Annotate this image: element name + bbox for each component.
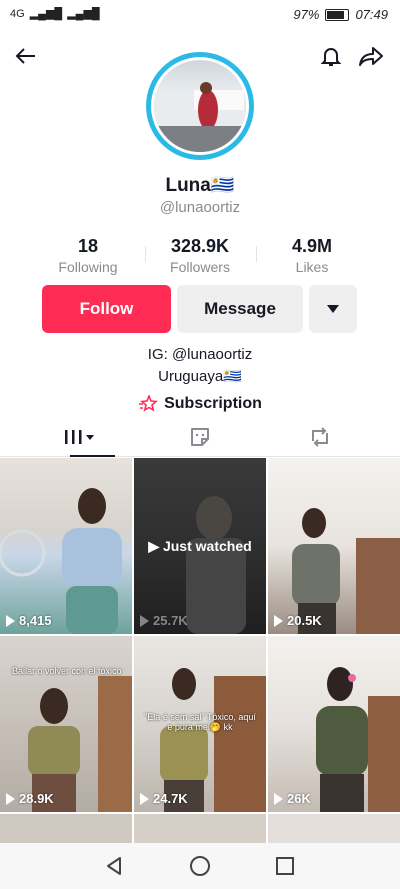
view-count: 25.7K <box>140 613 188 628</box>
video-caption: Bailar o volver con el tóxico <box>12 666 122 676</box>
profile-name: Luna🇺🇾 <box>165 175 235 196</box>
play-icon <box>274 792 283 805</box>
video-thumbnail[interactable]: ▶ Just watched 25.7K <box>134 458 266 634</box>
stats-row: 18 Following 328.9K Followers 4.9M Likes <box>0 236 400 276</box>
stat-followers[interactable]: 328.9K Followers <box>145 236 255 275</box>
just-watched-badge: ▶ Just watched <box>148 538 252 554</box>
profile-handle: @lunaoortiz <box>159 199 241 216</box>
status-right: 97% 07:49 <box>293 7 388 22</box>
tab-reposts[interactable] <box>253 418 386 456</box>
view-count: 8,415 <box>6 613 52 628</box>
battery-icon <box>325 8 350 21</box>
recent-apps-square-icon[interactable] <box>274 855 296 882</box>
video-thumbnail[interactable]: Bailar o volver con el tóxico 28.9K <box>0 636 132 812</box>
stat-value: 328.9K <box>170 236 230 256</box>
content-tabs <box>0 418 400 457</box>
view-count: 28.9K <box>6 791 54 806</box>
subscription-link[interactable]: Subscription <box>0 395 400 413</box>
message-button[interactable]: Message <box>177 285 303 333</box>
status-bar: 4G ▂▄▆█ ▂▄▆█ 97% 07:49 <box>0 0 400 30</box>
sticker-icon <box>190 428 209 446</box>
active-tab-indicator <box>70 455 115 457</box>
back-arrow-icon[interactable] <box>10 40 42 72</box>
stat-label: Followers <box>170 259 230 275</box>
network-label: 4G <box>10 7 25 20</box>
stat-label: Likes <box>295 259 329 275</box>
avatar-image <box>154 60 246 152</box>
share-arrow-icon[interactable] <box>355 40 387 72</box>
play-icon <box>140 792 149 805</box>
clock: 07:49 <box>355 7 388 22</box>
video-caption: "Ela é sem sal" Tóxico, aquí e pura mel🤭… <box>144 712 256 732</box>
stat-value: 18 <box>77 236 99 256</box>
stat-value: 4.9M <box>291 236 333 256</box>
status-left: 4G ▂▄▆█ ▂▄▆█ <box>10 7 100 21</box>
stat-label: Following <box>58 259 118 275</box>
battery-percent: 97% <box>293 7 320 22</box>
bell-icon[interactable] <box>315 40 347 72</box>
signal-icon: ▂▄▆█ <box>29 8 63 20</box>
subscription-label: Subscription <box>164 395 262 412</box>
play-icon <box>6 792 15 805</box>
view-count: 24.7K <box>140 791 188 806</box>
stat-following[interactable]: 18 Following <box>33 236 143 275</box>
caret-down-icon <box>327 305 339 313</box>
video-thumbnail[interactable] <box>134 814 266 844</box>
avatar[interactable] <box>146 52 254 160</box>
video-thumbnail[interactable]: "Ela é sem sal" Tóxico, aquí e pura mel🤭… <box>134 636 266 812</box>
bio-line-1: IG: @lunaoortiz <box>147 346 253 363</box>
repost-icon <box>311 427 328 447</box>
video-thumbnail[interactable]: 8,415 <box>0 458 132 634</box>
video-thumbnail[interactable]: 20.5K <box>268 458 400 634</box>
back-triangle-icon[interactable] <box>103 855 125 882</box>
home-circle-icon[interactable] <box>189 855 211 882</box>
video-thumbnail[interactable]: 26K <box>268 636 400 812</box>
follow-button[interactable]: Follow <box>42 285 171 333</box>
stat-likes[interactable]: 4.9M Likes <box>257 236 367 275</box>
grid-columns-icon <box>64 430 94 444</box>
video-thumbnail[interactable] <box>268 814 400 844</box>
play-icon <box>140 614 149 627</box>
play-icon <box>274 614 283 627</box>
more-options-button[interactable] <box>309 285 357 333</box>
signal-icon-2: ▂▄▆█ <box>67 8 100 20</box>
subscription-star-icon <box>139 395 159 412</box>
view-count: 20.5K <box>274 613 322 628</box>
system-navigation-bar <box>0 843 400 889</box>
bio-line-2: Uruguaya🇺🇾 <box>158 368 242 385</box>
view-count: 26K <box>274 791 311 806</box>
tab-videos[interactable] <box>13 418 146 457</box>
video-thumbnail[interactable] <box>0 814 132 844</box>
play-icon <box>6 614 15 627</box>
tab-reposts-sticker[interactable] <box>133 418 266 456</box>
